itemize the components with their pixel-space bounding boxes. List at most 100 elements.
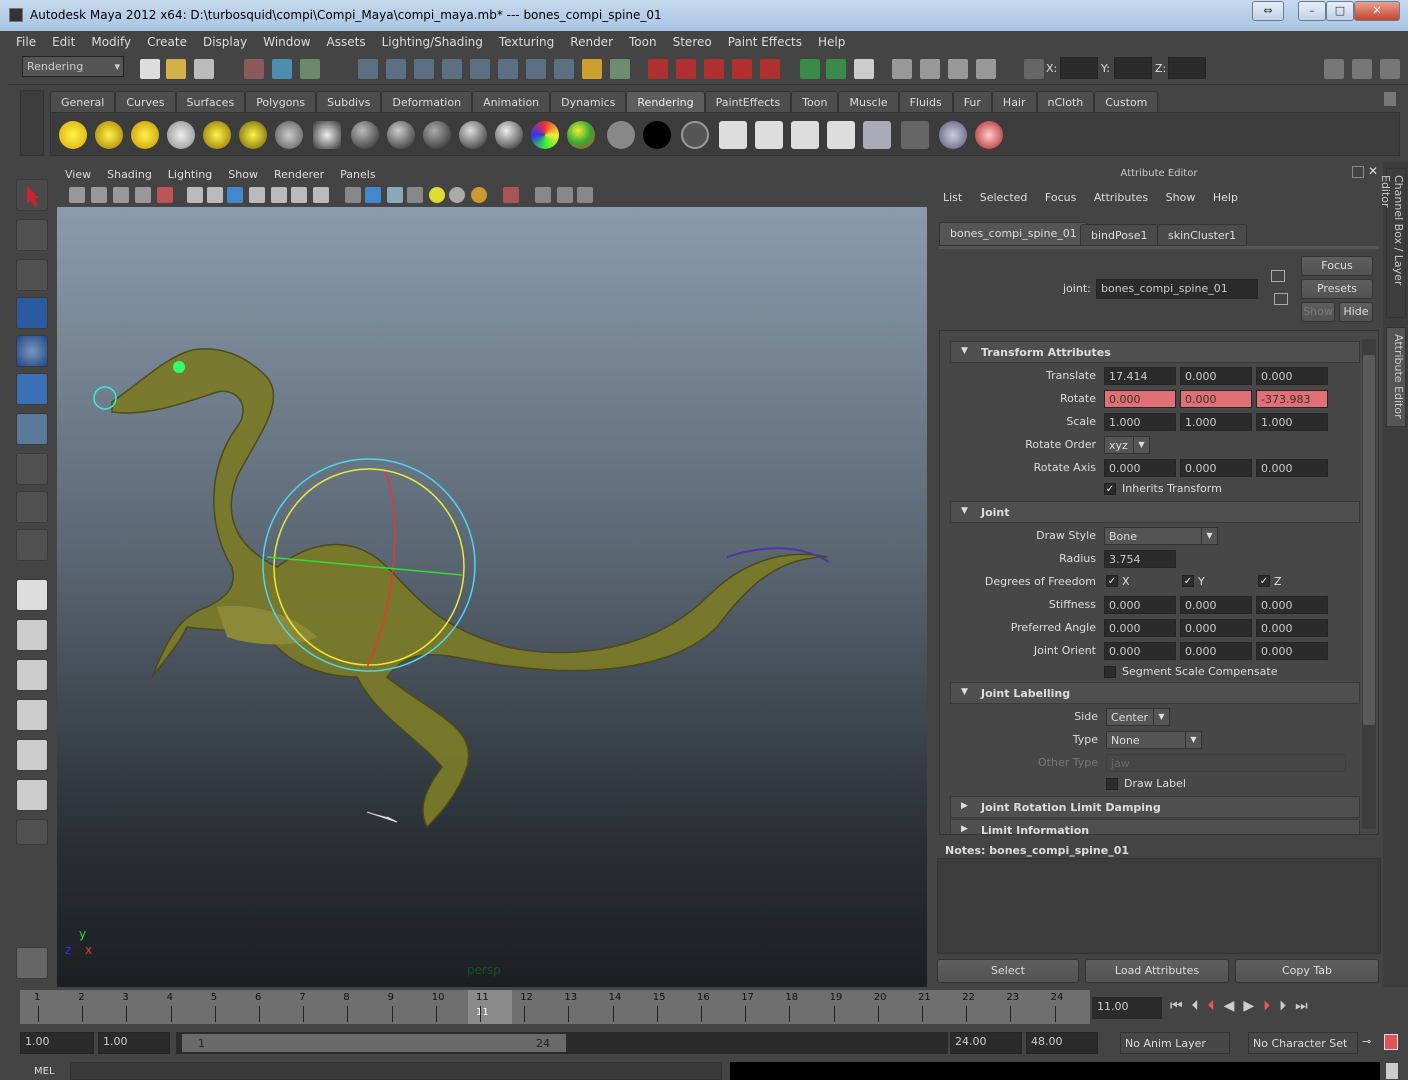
safe-title-icon[interactable] <box>313 187 329 203</box>
draw-style-dropdown[interactable]: Bone ▼ <box>1104 527 1218 545</box>
outliner-layout-icon[interactable] <box>16 659 48 691</box>
volume-light-icon[interactable] <box>239 121 267 149</box>
mental-ray-icon[interactable] <box>939 121 967 149</box>
open-scene-icon[interactable] <box>166 59 186 79</box>
joint-orient-x-field[interactable]: 0.000 <box>1104 642 1176 660</box>
menu-assets[interactable]: Assets <box>319 31 374 53</box>
ramp-shader-icon[interactable] <box>531 121 559 149</box>
toggle-tool-settings-icon[interactable] <box>1352 59 1372 79</box>
help-icon[interactable] <box>554 59 574 79</box>
hide-button[interactable]: Hide <box>1339 302 1373 322</box>
snap-grid-icon[interactable] <box>358 59 378 79</box>
rotate-axis-y-field[interactable]: 0.000 <box>1180 459 1252 477</box>
go-to-end-icon[interactable]: ⏭ <box>1295 998 1308 1014</box>
scale-z-field[interactable]: 1.000 <box>1256 413 1328 431</box>
default-lighting-icon[interactable] <box>429 187 445 203</box>
blinn-icon[interactable] <box>387 121 415 149</box>
menu-lighting-shading[interactable]: Lighting/Shading <box>374 31 491 53</box>
play-forwards-icon[interactable]: ▶ <box>1243 998 1254 1014</box>
textured-icon[interactable] <box>407 187 423 203</box>
scale-x-field[interactable]: 1.000 <box>1104 413 1176 431</box>
point-light-icon[interactable] <box>131 121 159 149</box>
side-dropdown[interactable]: Center ▼ <box>1106 708 1170 726</box>
render-layer-icon[interactable] <box>901 121 929 149</box>
menu-window[interactable]: Window <box>255 31 318 53</box>
xray-components-icon[interactable] <box>577 187 593 203</box>
shelf-tab-dynamics[interactable]: Dynamics <box>550 91 627 113</box>
channel-box-tab[interactable]: Channel Box / Layer Editor <box>1379 168 1406 318</box>
wireframe-icon[interactable] <box>345 187 361 203</box>
ae-menu-help[interactable]: Help <box>1213 191 1238 204</box>
camera-attributes-icon[interactable] <box>91 187 107 203</box>
float-panel-icon[interactable] <box>1352 166 1364 178</box>
vp-menu-shading[interactable]: Shading <box>99 165 160 185</box>
xray-icon[interactable] <box>535 187 551 203</box>
preferred-angle-z-field[interactable]: 0.000 <box>1256 619 1328 637</box>
all-lights-icon[interactable] <box>449 187 465 203</box>
surface-shader-icon[interactable] <box>607 121 635 149</box>
lambert-icon[interactable] <box>423 121 451 149</box>
rename-icon[interactable] <box>826 59 846 79</box>
grid-icon[interactable] <box>187 187 203 203</box>
new-scene-icon[interactable] <box>140 59 160 79</box>
graph-editor-layout-icon[interactable] <box>16 699 48 731</box>
layered-shader-icon[interactable] <box>567 121 595 149</box>
translate-z-field[interactable]: 0.000 <box>1256 367 1328 385</box>
soft-mod-tool-icon[interactable] <box>16 453 48 485</box>
menu-set-dropdown[interactable]: Rendering ▾ <box>22 56 124 77</box>
make-live-icon[interactable] <box>470 59 490 79</box>
draw-label-checkbox[interactable] <box>1106 778 1118 790</box>
shelf-tab-curves[interactable]: Curves <box>115 91 176 113</box>
input-line-icon[interactable] <box>800 59 820 79</box>
camera-select-icon[interactable] <box>69 187 85 203</box>
rotate-z-field[interactable]: -373.983 <box>1256 390 1328 408</box>
shelf-tab-ncloth[interactable]: nCloth <box>1036 91 1095 113</box>
animation-end-field[interactable]: 48.00 <box>1026 1032 1098 1054</box>
ipr-icon[interactable] <box>755 121 783 149</box>
shelf-tab-surfaces[interactable]: Surfaces <box>175 91 246 113</box>
ae-menu-attributes[interactable]: Attributes <box>1094 191 1148 204</box>
hypershade-shelf-icon[interactable] <box>863 121 891 149</box>
hypershade-icon[interactable] <box>760 59 780 79</box>
section-transform-attributes[interactable]: ▼ Transform Attributes <box>950 341 1360 363</box>
render-current-icon[interactable] <box>676 59 696 79</box>
batch-render-icon[interactable] <box>791 121 819 149</box>
stiffness-y-field[interactable]: 0.000 <box>1180 596 1252 614</box>
render-settings-icon[interactable] <box>827 121 855 149</box>
snap-point-icon[interactable] <box>414 59 434 79</box>
ae-menu-show[interactable]: Show <box>1166 191 1196 204</box>
copy-tab-button[interactable]: Copy Tab <box>1235 959 1379 983</box>
time-slider[interactable]: 1 2 3 4 5 6 7 8 9 10 11 11 12 13 14 15 16 17 18 19 20 21 22 23 2… <box>20 990 1090 1024</box>
render-icon[interactable] <box>719 121 747 149</box>
dof-z-checkbox[interactable]: ✓ <box>1258 575 1270 587</box>
joint-orient-y-field[interactable]: 0.000 <box>1180 642 1252 660</box>
step-back-icon[interactable]: ⏴ <box>1192 998 1199 1014</box>
toggle-attribute-editor-icon[interactable] <box>1324 59 1344 79</box>
menu-create[interactable]: Create <box>139 31 195 53</box>
range-slider-track[interactable]: 1 24 <box>176 1032 948 1054</box>
isolate-select-icon[interactable] <box>503 187 519 203</box>
notes-textarea[interactable] <box>937 858 1381 954</box>
lasso-tool-icon[interactable] <box>16 219 48 251</box>
layout-options-icon[interactable] <box>16 819 48 845</box>
ipr-render-icon[interactable] <box>704 59 724 79</box>
shelf-tab-fur[interactable]: Fur <box>952 91 992 113</box>
shelf-menu-button[interactable] <box>20 90 44 156</box>
channel-icon[interactable] <box>854 59 874 79</box>
select-button[interactable]: Select <box>937 959 1079 983</box>
close-panel-icon[interactable]: ✕ <box>1368 164 1378 178</box>
shelf-tab-animation[interactable]: Animation <box>472 91 551 113</box>
snap-points-icon[interactable] <box>498 59 518 79</box>
field-chart-icon[interactable] <box>271 187 287 203</box>
menu-toon[interactable]: Toon <box>621 31 665 53</box>
shelf-tab-toon[interactable]: Toon <box>791 91 839 113</box>
save-scene-icon[interactable] <box>194 59 214 79</box>
inherits-transform-checkbox[interactable]: ✓ <box>1104 483 1116 495</box>
current-frame-field[interactable]: 11.00 <box>1092 997 1162 1019</box>
shelf-tab-painteffects[interactable]: PaintEffects <box>704 91 792 113</box>
attributes-scrollbar[interactable] <box>1362 339 1376 829</box>
menu-modify[interactable]: Modify <box>83 31 139 53</box>
camera-icon[interactable] <box>892 59 912 79</box>
hypershade-layout-icon[interactable] <box>16 739 48 771</box>
stiffness-x-field[interactable]: 0.000 <box>1104 596 1176 614</box>
